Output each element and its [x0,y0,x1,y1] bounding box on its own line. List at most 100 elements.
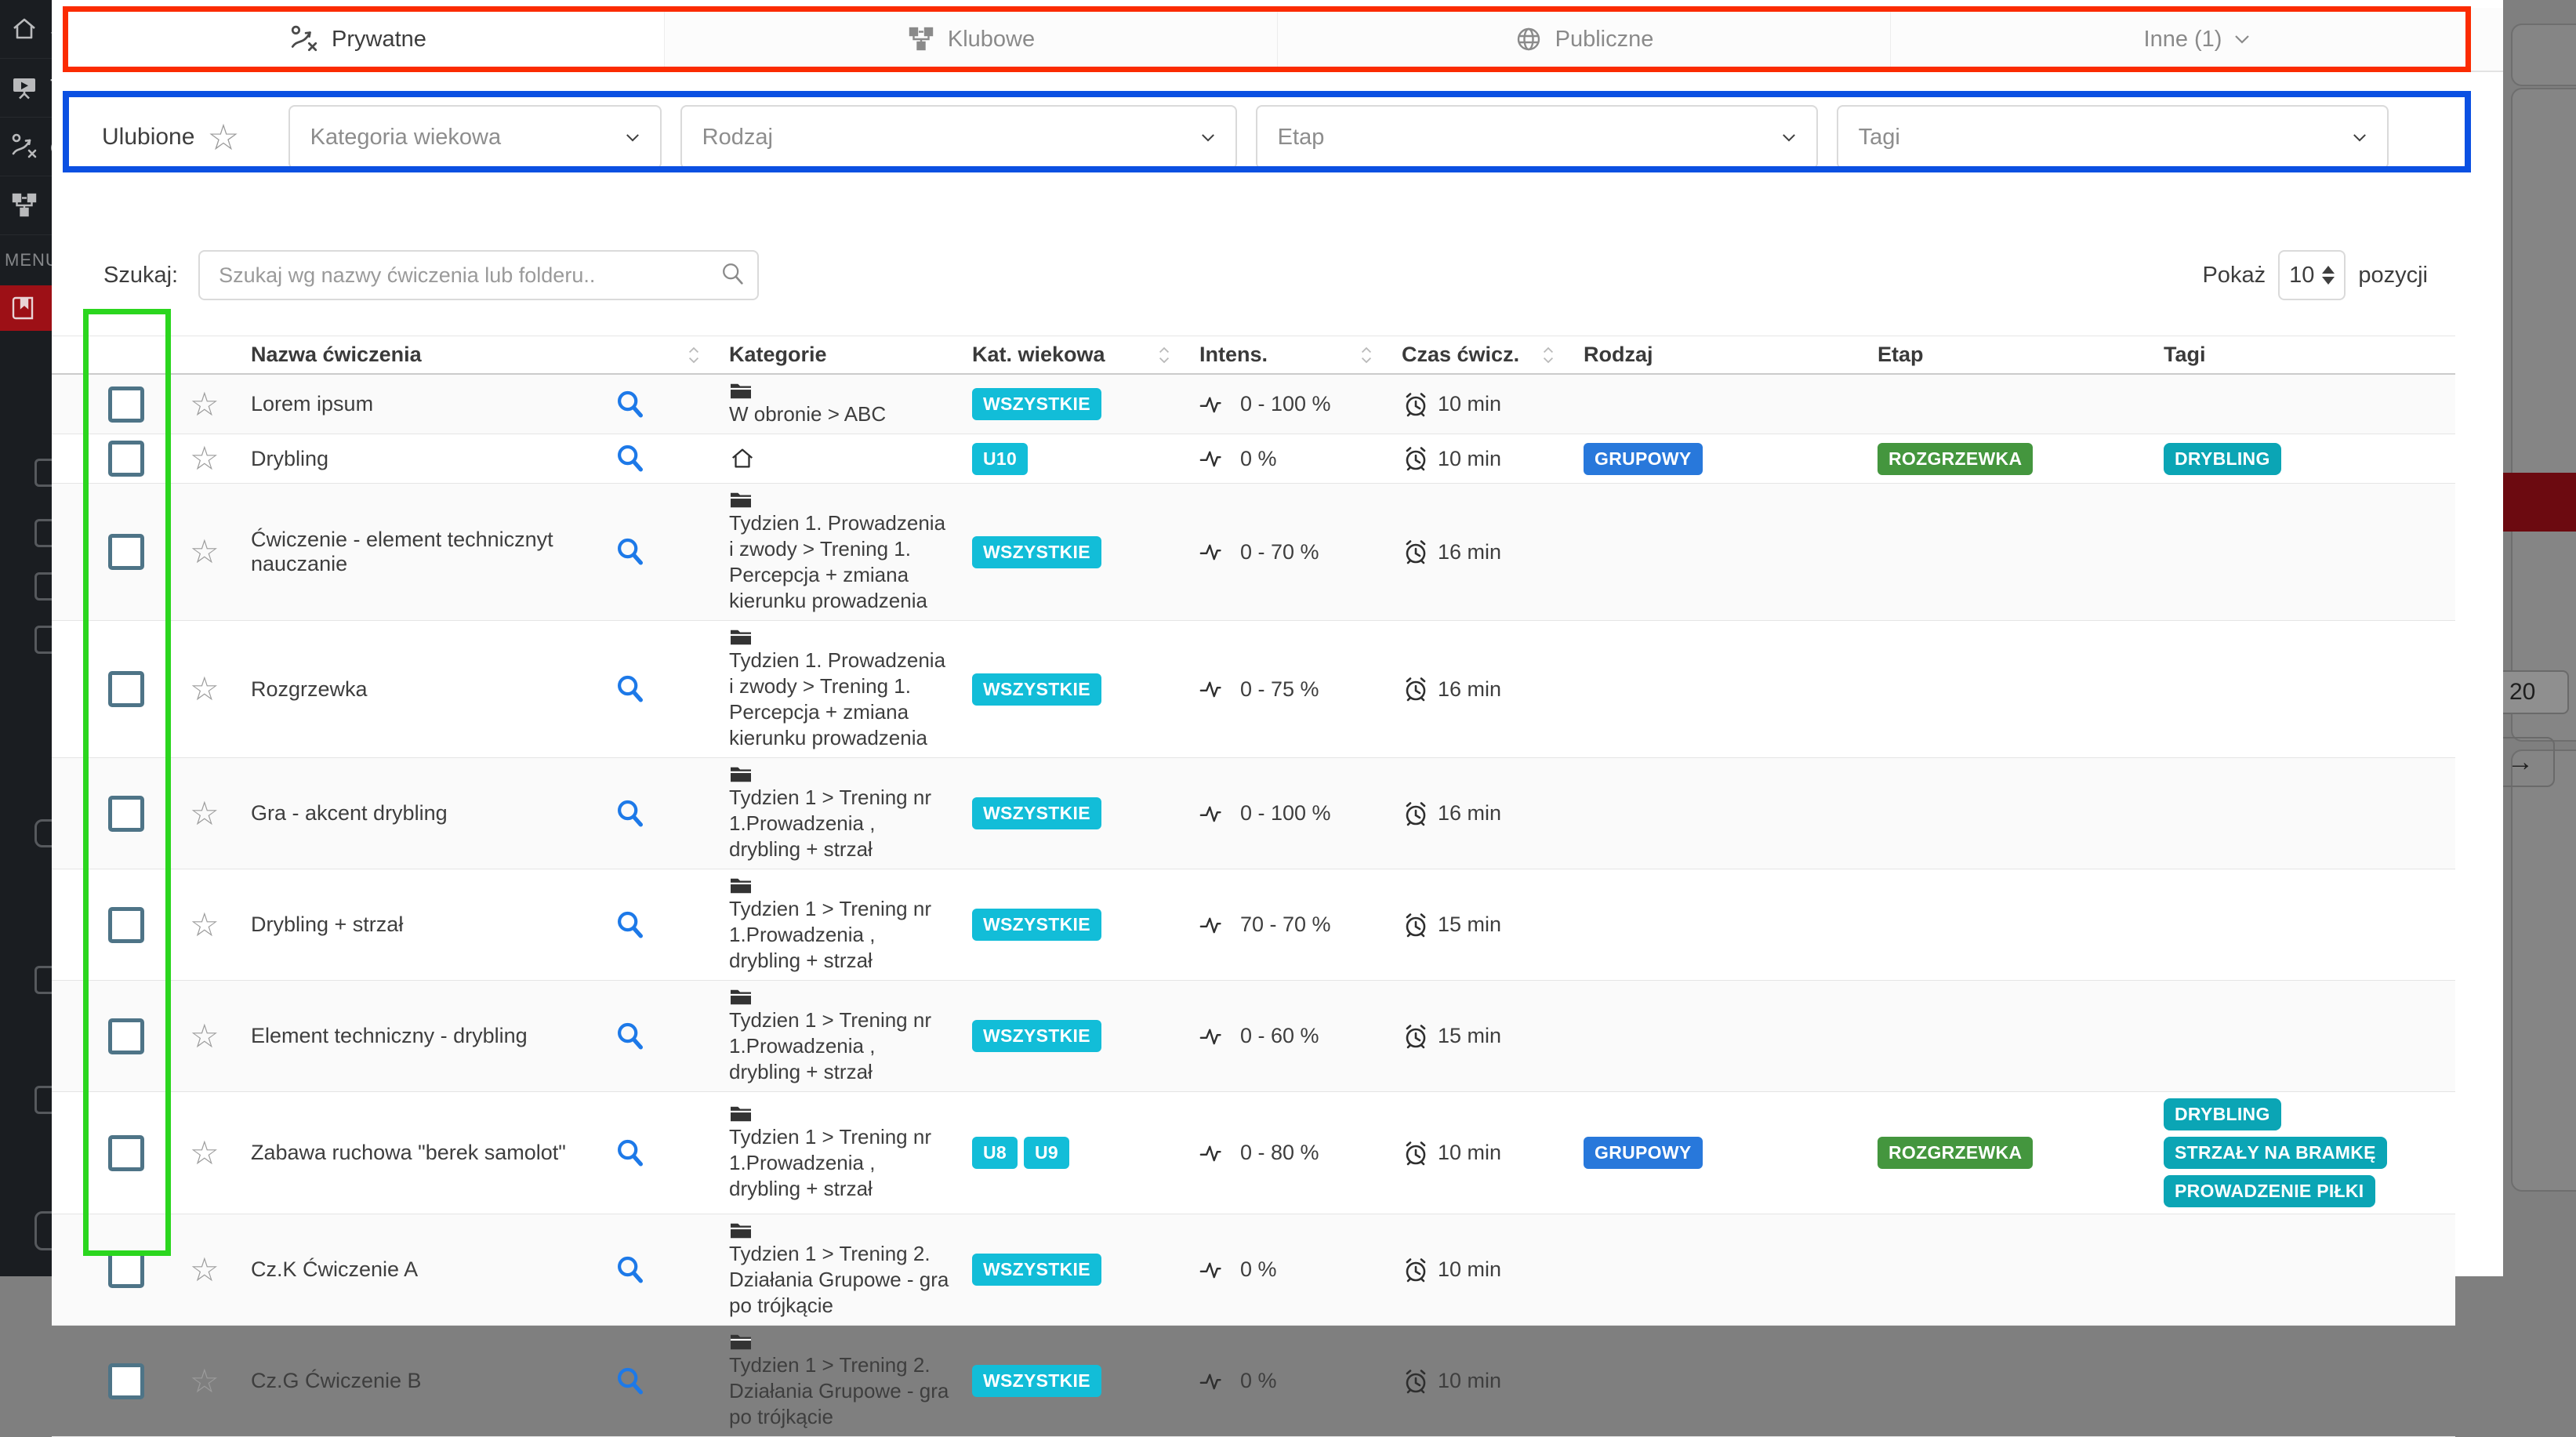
header-czas-cwicz[interactable]: Czas ćwicz. [1402,343,1584,367]
preview-magnifier-button[interactable] [615,798,729,829]
favorite-star-icon[interactable]: ☆ [190,1137,220,1170]
favorite-star-icon[interactable]: ☆ [190,442,220,475]
alarm-clock-icon [1402,1139,1430,1167]
favorite-star-icon[interactable]: ☆ [190,388,220,421]
intensity-cell: 0 % [1199,1369,1402,1393]
intensity-cell: 0 - 100 % [1199,801,1402,826]
preview-magnifier-button[interactable] [615,389,729,420]
intensity-value: 0 - 80 % [1240,1141,1319,1165]
preview-magnifier-button[interactable] [615,1366,729,1397]
badge-tags: STRZAŁY NA BRAMKĘ [2164,1137,2387,1169]
sort-icon [687,346,701,365]
tab-publiczne[interactable]: Inne (1) Publiczne [1277,8,1890,72]
tab-prywatne[interactable]: Prywatne [52,8,664,72]
age-badges: WSZYSTKIE [972,909,1199,941]
badge-age: WSZYSTKIE [972,1365,1101,1397]
favorite-star-icon[interactable]: ☆ [190,1365,220,1398]
chevron-down-icon [1185,133,1215,142]
alarm-clock-icon [1402,675,1430,703]
preview-magnifier-button[interactable] [615,909,729,941]
page-size-stepper[interactable]: 10 [2278,250,2346,300]
row-checkbox[interactable] [108,907,144,943]
filter-kategoria-wiekowa[interactable]: Kategoria wiekowa [288,105,662,169]
filter-etap[interactable]: Etap [1256,105,1818,169]
home-icon [9,14,39,44]
sidebar-item-home[interactable]: S [0,0,52,59]
duration-value: 10 min [1438,1257,1501,1282]
search-input[interactable] [198,250,759,300]
duration-value: 10 min [1438,1141,1501,1165]
alarm-clock-icon [1402,800,1430,828]
favorites-star-icon[interactable]: ☆ [207,119,239,155]
badge-age: WSZYSTKIE [972,673,1101,706]
pulse-icon [1199,678,1232,700]
tab-inne[interactable]: Inne (1) [1890,8,2503,72]
pulse-icon [1199,803,1232,825]
category-path: Tydzien 1 > Trening nr 1.Prowadzenia , d… [729,1008,931,1083]
row-checkbox[interactable] [108,1252,144,1288]
age-badges: WSZYSTKIE [972,673,1199,706]
row-checkbox[interactable] [108,1363,144,1399]
intensity-cell: 0 % [1199,1257,1402,1282]
favorite-star-icon[interactable]: ☆ [190,1254,220,1286]
kind-badges: GRUPOWY [1584,443,1878,475]
row-checkbox[interactable] [108,534,144,570]
badge-tags: DRYBLING [2164,443,2281,475]
exercises-table: Nazwa ćwiczenia Kategorie Kat. wiekowa I… [52,336,2455,1437]
dimmed-background-page: 20 → [2503,0,2576,1276]
exercise-name: Drybling [251,447,328,471]
favorite-star-icon[interactable]: ☆ [190,797,220,830]
category-cell: Tydzien 1 > Trening 2. Działania Grupowe… [729,1221,972,1319]
tag-badges: DRYBLINGSTRZAŁY NA BRAMKĘPROWADZENIE PIŁ… [2164,1098,2430,1207]
duration-cell: 15 min [1402,911,1584,939]
visibility-tabs: Prywatne Klubowe Inne (1) Publiczne Inne… [52,8,2503,72]
dimmed-card [2511,88,2576,742]
header-intens[interactable]: Intens. [1199,343,1402,367]
intensity-value: 0 - 100 % [1240,801,1331,826]
intensity-value: 0 % [1240,1257,1277,1282]
sidebar-item-trainings[interactable]: T [0,59,52,118]
row-checkbox[interactable] [108,1135,144,1171]
sidebar-item-exercises[interactable]: ć [0,118,52,176]
stepper-arrows-icon[interactable] [2322,266,2335,285]
sidebar-item-club[interactable]: D [0,176,52,235]
dimmed-red-bar [2503,473,2576,532]
preview-magnifier-button[interactable] [615,1254,729,1286]
preview-magnifier-button[interactable] [615,1138,729,1169]
tab-klubowe[interactable]: Klubowe [664,8,1277,72]
favorites-label: Ulubione [102,124,194,151]
preview-magnifier-button[interactable] [615,443,729,474]
header-kat-wiekowa[interactable]: Kat. wiekowa [972,343,1199,367]
favorite-star-icon[interactable]: ☆ [190,673,220,706]
favorite-star-icon[interactable]: ☆ [190,909,220,942]
row-checkbox[interactable] [108,1018,144,1054]
duration-cell: 16 min [1402,800,1584,828]
sidebar-item-journal[interactable]: D [0,285,52,331]
alarm-clock-icon [1402,1256,1430,1284]
favorite-star-icon[interactable]: ☆ [190,1020,220,1053]
intensity-value: 0 - 75 % [1240,677,1319,702]
preview-magnifier-button[interactable] [615,673,729,705]
row-checkbox[interactable] [108,386,144,423]
filter-rodzaj[interactable]: Rodzaj [680,105,1237,169]
preview-magnifier-button[interactable] [615,1021,729,1052]
badge-kind: GRUPOWY [1584,1137,1703,1169]
preview-magnifier-button[interactable] [615,536,729,568]
badge-age: WSZYSTKIE [972,536,1101,568]
favorite-star-icon[interactable]: ☆ [190,535,220,568]
filter-tagi[interactable]: Tagi [1837,105,2389,169]
row-checkbox[interactable] [108,441,144,477]
table-header: Nazwa ćwiczenia Kategorie Kat. wiekowa I… [52,336,2455,375]
folder-icon [729,764,952,785]
page-size-value: 10 [2289,263,2314,288]
strategy-icon [289,24,319,54]
row-checkbox[interactable] [108,671,144,707]
intensity-value: 0 - 100 % [1240,392,1331,416]
arrow-right-icon: → [2503,737,2555,787]
badge-age: WSZYSTKIE [972,1020,1101,1052]
row-checkbox[interactable] [108,796,144,832]
header-nazwa-cwiczenia[interactable]: Nazwa ćwiczenia [251,343,729,367]
sort-icon [1541,346,1555,365]
items-label: pozycji [2358,263,2428,288]
table-row: ☆ Cz.K Ćwiczenie A Tydzien 1 > Trening 2… [52,1214,2455,1326]
